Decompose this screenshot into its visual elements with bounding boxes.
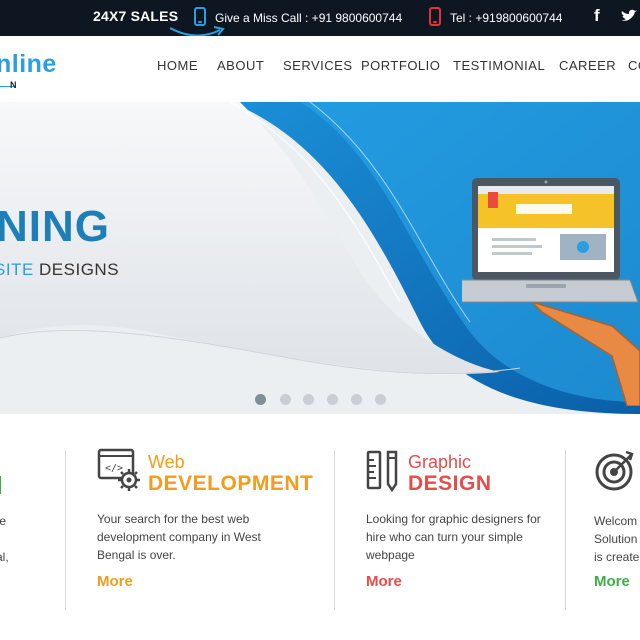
nav-about[interactable]: ABOUT — [217, 58, 264, 73]
top-bar: 24X7 SALES Give a Miss Call : +91 980060… — [0, 0, 640, 37]
sales-label: 24X7 SALES — [93, 8, 179, 24]
telephone-text[interactable]: Tel : +919800600744 — [450, 11, 562, 25]
hero-title: NING — [0, 202, 110, 251]
nav-services[interactable]: SERVICES — [283, 58, 353, 73]
nav-portfolio[interactable]: PORTFOLIO — [361, 58, 440, 73]
site-header: nline N HOME ABOUT SERVICES PORTFOLIO TE… — [0, 36, 640, 102]
last-desc-line-2: Solution — [594, 532, 638, 546]
missed-call-text[interactable]: Give a Miss Call : +91 9800600744 — [215, 11, 402, 25]
web-description: Your search for the best web development… — [97, 512, 261, 562]
target-icon — [595, 450, 634, 491]
slider-dot-3[interactable] — [303, 394, 314, 405]
pencil-ruler-icon — [366, 450, 398, 492]
partial-desc-line-3: al, — [0, 550, 9, 564]
hero-subtitle-highlight: SITE — [0, 260, 34, 279]
laptop-illustration — [462, 178, 640, 406]
graphic-title-1: Graphic — [408, 452, 472, 472]
logo-subtext: N — [10, 80, 18, 90]
graphic-more-link[interactable]: More — [366, 573, 402, 590]
telephone-icon — [429, 7, 441, 26]
divider — [565, 450, 566, 610]
hero-subtitle-rest: DESIGNS — [33, 260, 120, 279]
slider-dot-1[interactable] — [255, 394, 266, 405]
web-title-2: DEVELOPMENT — [148, 472, 314, 495]
svg-text:</>: </> — [105, 463, 123, 474]
hero-slider: NING SITE DESIGNS — [0, 102, 640, 414]
partial-green-icon — [0, 476, 1, 494]
nav-home[interactable]: HOME — [157, 58, 198, 73]
slider-dot-6[interactable] — [375, 394, 386, 405]
slider-dot-4[interactable] — [327, 394, 338, 405]
slider-dots — [255, 394, 395, 408]
mobile-phone-icon — [194, 7, 206, 26]
page: 24X7 SALES Give a Miss Call : +91 980060… — [0, 0, 640, 640]
partial-desc-line-1: te — [0, 514, 7, 528]
twitter-icon[interactable] — [620, 9, 638, 23]
web-more-link[interactable]: More — [97, 573, 133, 590]
graphic-title-2: DESIGN — [408, 472, 492, 495]
slider-dot-5[interactable] — [351, 394, 362, 405]
last-more-link[interactable]: More — [594, 573, 630, 590]
services-section: te t al, </> Web DEVELOPMENT Your search… — [0, 414, 640, 640]
main-nav: HOME ABOUT SERVICES PORTFOLIO TESTIMONIA… — [0, 58, 640, 78]
last-desc-line-3: is create — [594, 550, 640, 564]
graphic-description: Looking for graphic designers for hire w… — [366, 512, 541, 562]
web-title-1: Web — [148, 452, 185, 472]
last-desc-line-1: Welcom — [594, 514, 638, 528]
facebook-icon[interactable]: f — [594, 6, 600, 26]
nav-career[interactable]: CAREER — [559, 58, 616, 73]
divider — [65, 450, 66, 610]
hero-subtitle: SITE DESIGNS — [0, 260, 119, 280]
code-gear-icon: </> — [97, 448, 140, 491]
nav-testimonial[interactable]: TESTIMONIAL — [453, 58, 545, 73]
slider-dot-2[interactable] — [280, 394, 291, 405]
divider — [334, 450, 335, 610]
nav-contact[interactable]: CO — [628, 58, 640, 73]
